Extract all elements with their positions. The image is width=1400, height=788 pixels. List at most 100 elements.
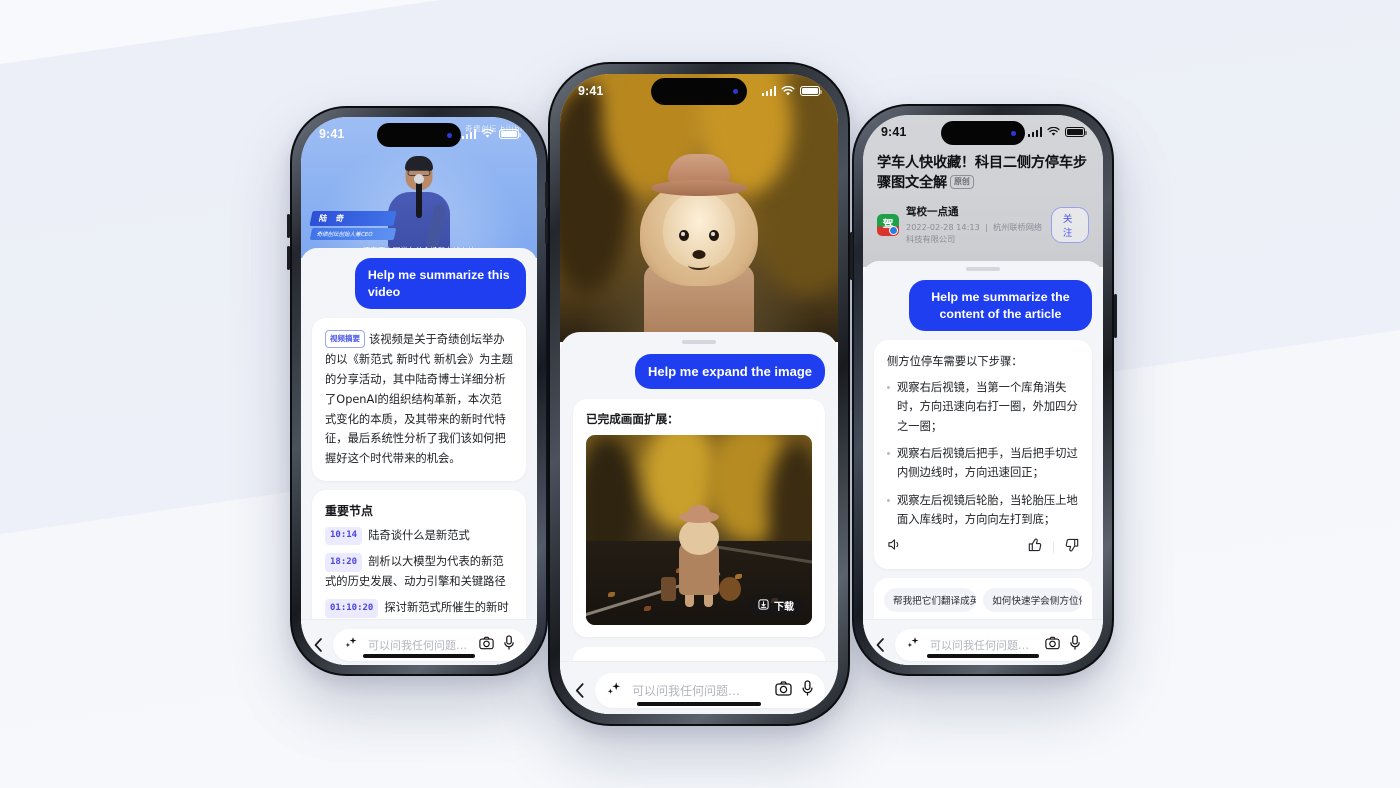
wifi-icon [481,129,494,139]
status-time: 9:41 [881,125,907,139]
volume-down-button[interactable] [287,246,290,270]
input-bar-left: 可以问我任何问题… [301,619,537,665]
suggestion-label: 如何快速学会侧方位停车 [992,595,1082,607]
sparkle-icon [606,680,623,702]
download-button[interactable]: 下载 [748,594,804,618]
volume-up-button[interactable] [545,182,548,208]
article-title: 学车人快收藏！科目二侧方停车步骤图文全解 原创 [877,153,1089,193]
node-timestamp[interactable]: 01:10:20 [325,599,379,618]
user-message-bubble: Help me summarize this video [354,258,526,310]
node-text: 陆奇谈什么是新范式 [368,528,470,542]
thumbs-up-icon[interactable] [1028,538,1042,557]
dynamic-island [941,121,1025,145]
chat-scroll-center[interactable]: Help me expand the image 已完成画面扩展： 下载 [560,344,838,714]
ask-input-placeholder: 可以问我任何问题… [368,639,467,652]
phone-left: 奇绩创坛 bilibili 陆 奇 奇绩创坛创始人兼CEO 还有不少同学在分会场… [287,106,548,676]
author-avatar[interactable]: 驾 [877,213,899,236]
summary-card: 视频摘要 该视频是关于奇绩创坛举办的以《新范式 新时代 新机会》为主题的分享活动，… [312,318,526,481]
key-node-item[interactable]: 10:14 陆奇谈什么是新范式 [325,526,513,546]
expanded-image[interactable]: 下载 [586,435,812,626]
node-timestamp[interactable]: 10:14 [325,526,363,546]
battery-icon [800,85,822,97]
answer-lead: 侧方位停车需要以下步骤： [887,355,1023,369]
volume-up-button[interactable] [287,214,290,238]
status-time: 9:41 [319,127,345,141]
home-indicator [637,701,761,706]
expanded-image-card: 已完成画面扩展： 下载 [573,399,825,638]
expanded-dog-illustration [661,503,741,608]
signal-icon [1027,127,1042,137]
source-image[interactable] [560,74,838,342]
speaker-title: 奇绩创坛创始人兼CEO [309,228,397,240]
answer-toolbar [887,538,1079,557]
dynamic-island [377,123,461,147]
input-bar-right: 可以问我任何问题… [863,619,1103,665]
battery-icon [1065,126,1087,138]
key-nodes-title: 重要节点 [325,503,374,518]
speaker-icon[interactable] [887,538,902,556]
result-label: 已完成画面扩展： [586,412,679,427]
article-date: 2022-02-28 14:13 [906,222,980,233]
chat-scroll-right[interactable]: Help me summarize the content of the art… [863,271,1103,654]
status-bar-left: 9:41 [301,117,537,151]
chat-sheet-right: Help me summarize the content of the art… [863,261,1103,665]
article-meta: 驾 驾校一点通 2022-02-28 14:13 | 杭州联桥网络科技有限公司 … [877,204,1089,245]
camera-icon[interactable] [479,636,494,655]
dog-illustration [628,134,770,342]
back-chevron-icon[interactable] [573,682,587,699]
status-time: 9:41 [578,84,604,98]
answer-list-item: 观察右后视镜，当第一个库角消失时，方向迅速向右打一圈，外加四分之一圈； [887,378,1079,436]
article-original-badge: 原创 [949,175,974,189]
node-timestamp[interactable]: 18:20 [325,553,363,572]
ask-input-placeholder: 可以问我任何问题… [632,684,741,698]
signal-icon [461,129,476,139]
suggestion-label: 帮我把它们翻译成英文 [893,595,977,607]
download-icon [758,599,769,613]
status-bar-center: 9:41 [560,74,838,108]
download-label: 下载 [774,602,794,614]
power-button[interactable] [1114,294,1117,338]
suggestion-chip[interactable]: 如何快速学会侧方位停车 ↙ [983,587,1082,612]
ask-input-placeholder: 可以问我任何问题… [930,639,1029,652]
camera-icon[interactable] [1045,636,1060,655]
power-button[interactable] [850,232,853,280]
user-message-bubble: Help me expand the image [635,353,825,390]
speaker-name: 陆 奇 [309,211,397,226]
thumbs-down-icon[interactable] [1065,538,1079,557]
key-node-item[interactable]: 18:20 剖析以大模型为代表的新范式的历史发展、动力引擎和关键路径 [325,552,513,591]
battery-icon [499,128,521,140]
input-bar-center: 可以问我任何问题… [560,661,838,714]
chat-scroll-left[interactable]: Help me summarize this video 视频摘要 该视频是关于奇… [301,248,537,665]
phone-right: 9:41 学车人快收藏！科目二侧方停车步骤图文全解 原创 驾 驾校一点通 202… [852,104,1117,676]
author-name[interactable]: 驾校一点通 [906,204,1044,219]
video-name-tag: 陆 奇 奇绩创坛创始人兼CEO [309,211,397,240]
home-indicator [927,653,1039,658]
article-publish-info: 2022-02-28 14:13 | 杭州联桥网络科技有限公司 [906,222,1043,245]
phone-center-screen: 9:41 Help me expand the image 已完成画面扩展： 下… [560,74,838,714]
follow-button[interactable]: 关注 [1050,206,1089,243]
avatar-glyph: 驾 [882,218,894,232]
volume-down-button[interactable] [545,218,548,244]
user-message-bubble: Help me summarize the content of the art… [908,280,1092,332]
answer-list-item: 观察左后视镜后轮胎，当轮胎压上地面入库线时，方向向左打到底； [887,491,1079,530]
article-header: 学车人快收藏！科目二侧方停车步骤图文全解 原创 驾 驾校一点通 2022-02-2… [863,149,1103,245]
suggestion-chip[interactable]: 帮我把它们翻译成英文 ↙ [884,587,977,612]
signal-icon [761,86,776,96]
back-chevron-icon[interactable] [312,637,325,653]
microphone-icon[interactable] [801,680,814,701]
phone-left-screen: 奇绩创坛 bilibili 陆 奇 奇绩创坛创始人兼CEO 还有不少同学在分会场… [301,117,537,665]
dynamic-island [651,78,747,105]
back-chevron-icon[interactable] [874,637,887,653]
microphone-icon[interactable] [503,635,515,655]
answer-card: 侧方位停车需要以下步骤： 观察右后视镜，当第一个库角消失时，方向迅速向右打一圈，… [874,340,1092,569]
phone-right-screen: 9:41 学车人快收藏！科目二侧方停车步骤图文全解 原创 驾 驾校一点通 202… [863,115,1103,665]
home-indicator [363,653,475,658]
toolbar-divider [1053,541,1054,553]
video-speaker-figure [382,154,456,258]
camera-icon[interactable] [775,680,792,701]
sparkle-icon [344,635,359,655]
sparkle-icon [906,635,921,655]
article-title-text: 学车人快收藏！科目二侧方停车步骤图文全解 [877,155,1087,192]
microphone-icon[interactable] [1069,635,1081,655]
chat-sheet-center: Help me expand the image 已完成画面扩展： 下载 可以问… [560,332,838,714]
